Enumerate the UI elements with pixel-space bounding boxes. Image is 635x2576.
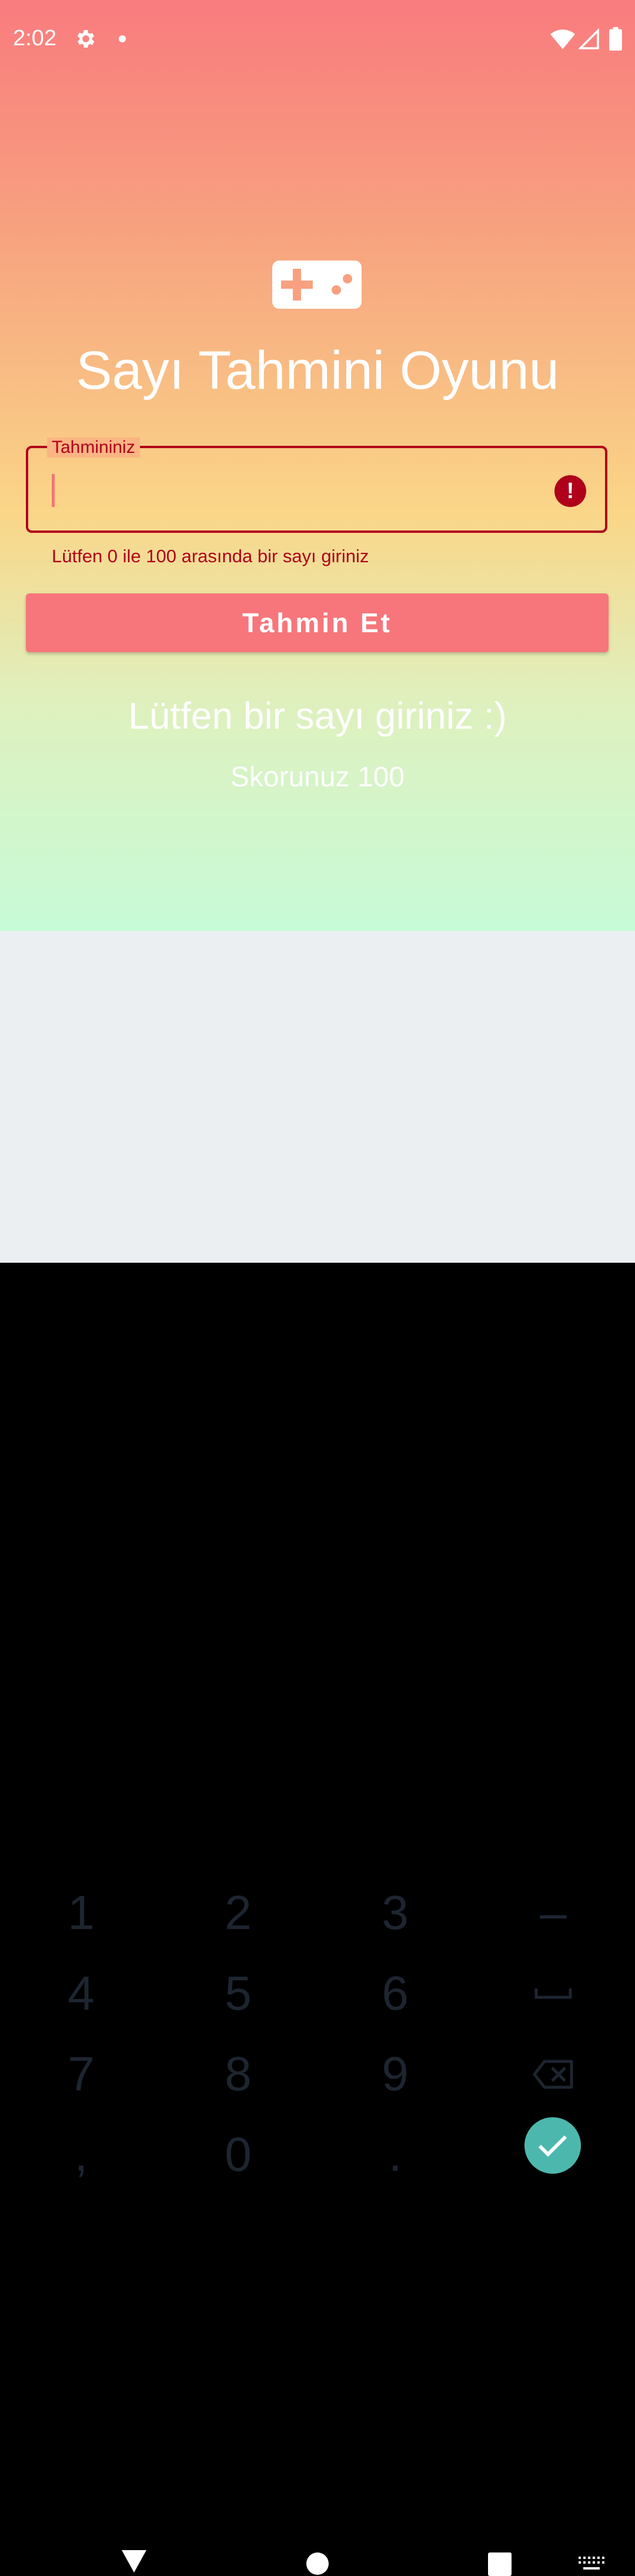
- key-3[interactable]: 3: [316, 1873, 474, 1954]
- key-5[interactable]: 5: [159, 1953, 317, 2034]
- gamepad-icon: [272, 261, 362, 309]
- key-2[interactable]: 2: [159, 1873, 317, 1954]
- recents-icon[interactable]: [488, 2552, 512, 2576]
- key-7[interactable]: 7: [2, 2034, 161, 2115]
- key-6[interactable]: 6: [316, 1953, 474, 2034]
- text-cursor: [52, 474, 55, 507]
- submit-guess-button[interactable]: Tahmin Et: [26, 593, 609, 652]
- guess-input[interactable]: [58, 465, 542, 519]
- status-message: Lütfen bir sayı giriniz :): [128, 695, 507, 737]
- status-bar: 2:02: [0, 0, 635, 79]
- backspace-icon: [533, 2060, 573, 2089]
- signal-icon: [579, 28, 599, 49]
- key-backspace[interactable]: [474, 2034, 633, 2115]
- key-4[interactable]: 4: [2, 1953, 161, 2034]
- navigation-bar: [0, 1263, 635, 2576]
- key-1[interactable]: 1: [2, 1873, 161, 1954]
- key-space[interactable]: [474, 1953, 633, 2034]
- notification-dot-icon: [119, 35, 126, 42]
- guess-input-label: Tahmininiz: [47, 438, 140, 458]
- space-icon: [534, 1988, 572, 1999]
- back-icon[interactable]: [121, 2549, 148, 2574]
- settings-icon: [77, 30, 95, 48]
- error-icon: !: [554, 475, 586, 507]
- battery-icon: [609, 27, 622, 51]
- key-8[interactable]: 8: [159, 2034, 317, 2115]
- key-done[interactable]: [524, 2117, 581, 2174]
- key-0[interactable]: 0: [159, 2114, 317, 2195]
- home-icon[interactable]: [306, 2552, 329, 2575]
- key-dash[interactable]: –: [474, 1873, 633, 1954]
- wifi-icon: [550, 29, 575, 49]
- keyboard-switch-icon[interactable]: [579, 2557, 604, 2572]
- error-message: Lütfen 0 ile 100 arasında bir sayı girin…: [52, 546, 369, 566]
- score-text: Skorunuz 100: [230, 762, 405, 793]
- page-title: Sayı Tahmini Oyunu: [76, 341, 559, 401]
- key-period[interactable]: .: [316, 2114, 474, 2195]
- check-icon: [538, 2135, 567, 2157]
- status-time: 2:02: [13, 26, 56, 51]
- key-comma[interactable]: ,: [2, 2114, 161, 2195]
- key-9[interactable]: 9: [316, 2034, 474, 2115]
- app-screen: 2:02 Sayı Tahmini Oyunu Tahmininiz ! Lüt…: [0, 0, 635, 931]
- numeric-keyboard: 1 2 3 – 4 5 6 7 8 9 , 0 .: [0, 931, 635, 2181]
